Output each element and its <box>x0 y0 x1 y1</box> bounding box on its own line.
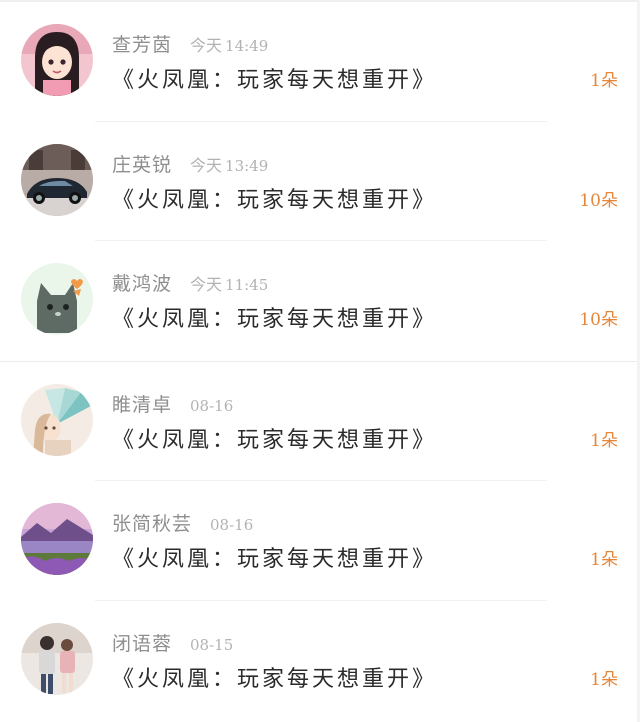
day-label: 今天 <box>190 36 223 55</box>
list-item[interactable]: 闭语蓉 08-15 《火凤凰：玩家每天想重开》 1朵 <box>0 601 637 721</box>
couple-photo-avatar[interactable] <box>21 622 93 695</box>
meta-line: 戴鸿波 今天 11:45 <box>112 269 268 295</box>
flower-count: 10朵 <box>579 190 618 211</box>
time-label: 08-15 <box>190 635 234 654</box>
time-label: 08-16 <box>210 516 254 535</box>
gift-record-list: 查芳茵 今天 14:49 《火凤凰：玩家每天想重开》 1朵 庄英锐 今天 13:… <box>0 2 637 721</box>
list-item[interactable]: 睢清卓 08-16 《火凤凰：玩家每天想重开》 1朵 <box>0 360 637 482</box>
user-name[interactable]: 张简秋芸 <box>112 509 192 536</box>
user-name[interactable]: 戴鸿波 <box>112 269 172 296</box>
sports-car-avatar[interactable] <box>21 143 93 216</box>
timestamp: 08-16 <box>190 396 233 415</box>
timestamp: 08-15 <box>190 635 233 654</box>
anime-girl-avatar[interactable] <box>21 24 93 96</box>
book-title[interactable]: 《火凤凰：玩家每天想重开》 <box>112 541 437 573</box>
time-label: 13:49 <box>225 156 269 175</box>
meta-line: 闭语蓉 08-15 <box>112 629 233 655</box>
lake-landscape-avatar[interactable] <box>21 503 93 576</box>
book-title[interactable]: 《火凤凰：玩家每天想重开》 <box>112 301 437 333</box>
timestamp: 今天 13:49 <box>190 152 268 176</box>
book-title[interactable]: 《火凤凰：玩家每天想重开》 <box>112 62 437 94</box>
day-label: 今天 <box>190 275 223 295</box>
meta-line: 张简秋芸 08-16 <box>112 509 253 535</box>
timestamp: 今天 11:45 <box>190 271 268 295</box>
time-label: 08-16 <box>190 396 234 415</box>
list-item[interactable]: 查芳茵 今天 14:49 《火凤凰：玩家每天想重开》 1朵 <box>0 2 637 122</box>
user-name[interactable]: 睢清卓 <box>112 390 172 417</box>
flower-count: 1朵 <box>590 550 618 571</box>
time-label: 11:45 <box>225 276 269 295</box>
list-item[interactable]: 庄英锐 今天 13:49 《火凤凰：玩家每天想重开》 10朵 <box>0 122 637 242</box>
meta-line: 庄英锐 今天 13:49 <box>112 150 268 176</box>
list-item[interactable]: 张简秋芸 08-16 《火凤凰：玩家每天想重开》 1朵 <box>0 481 637 601</box>
cat-avatar[interactable] <box>21 263 93 336</box>
meta-line: 睢清卓 08-16 <box>112 390 233 416</box>
flower-count: 10朵 <box>579 310 618 331</box>
flower-count: 1朵 <box>590 669 618 690</box>
time-label: 14:49 <box>225 37 269 55</box>
fan-girl-avatar[interactable] <box>21 383 93 456</box>
flower-count: 1朵 <box>590 430 618 451</box>
flower-count: 1朵 <box>590 71 618 91</box>
list-item[interactable]: 戴鸿波 今天 11:45 《火凤凰：玩家每天想重开》 10朵 <box>0 241 637 361</box>
day-label: 今天 <box>190 155 223 175</box>
user-name[interactable]: 庄英锐 <box>112 150 172 177</box>
book-title[interactable]: 《火凤凰：玩家每天想重开》 <box>112 182 437 214</box>
meta-line: 查芳茵 今天 14:49 <box>112 30 268 56</box>
book-title[interactable]: 《火凤凰：玩家每天想重开》 <box>112 422 437 454</box>
timestamp: 今天 14:49 <box>190 32 268 56</box>
timestamp: 08-16 <box>210 515 253 534</box>
book-title[interactable]: 《火凤凰：玩家每天想重开》 <box>112 661 437 693</box>
user-name[interactable]: 查芳茵 <box>112 30 172 57</box>
user-name[interactable]: 闭语蓉 <box>112 629 172 656</box>
